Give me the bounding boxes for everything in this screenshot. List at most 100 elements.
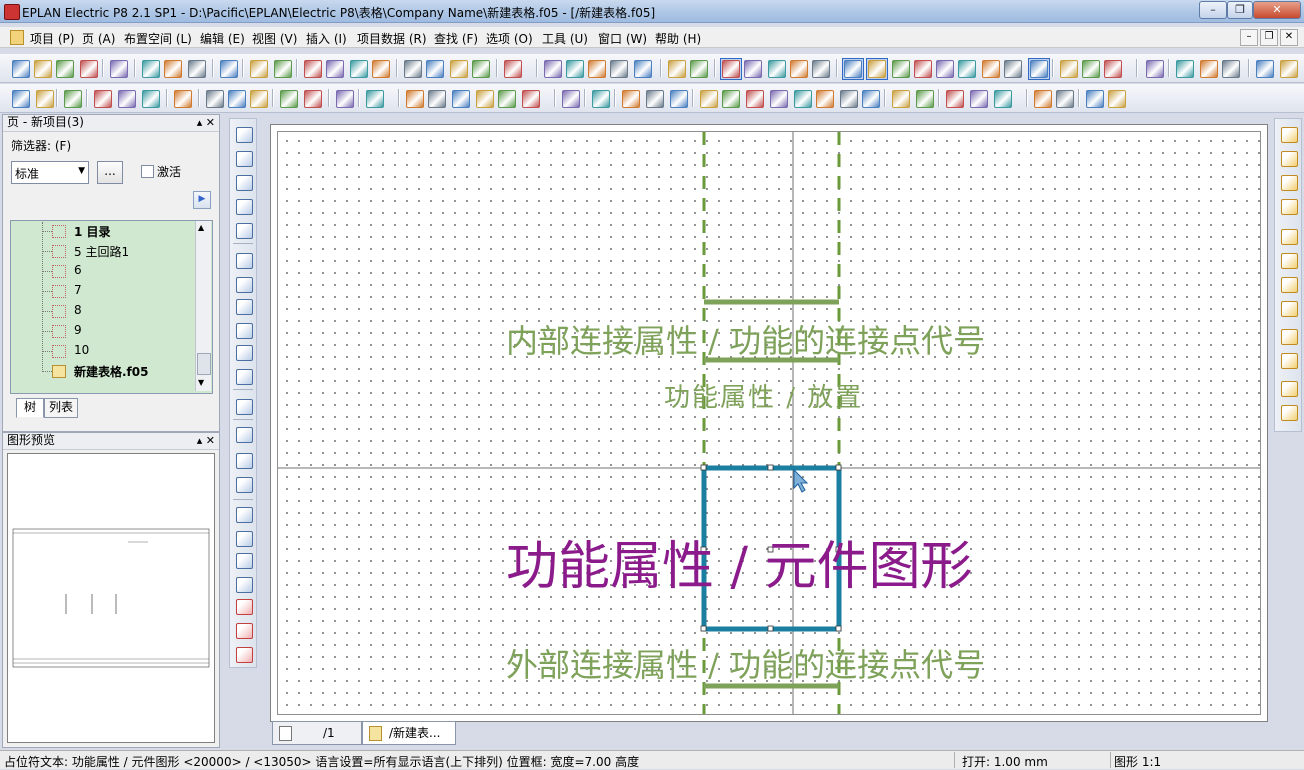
toolbar-tool-icon[interactable] [566,60,584,78]
toolbar-tool-icon[interactable] [1056,90,1074,108]
toolbar-tool-icon[interactable] [94,90,112,108]
drawing-tool-icon[interactable] [236,299,253,315]
toolbar-tool-icon[interactable] [472,60,490,78]
drawing-tool-icon[interactable] [236,399,253,415]
connection-symbol-icon[interactable] [1281,151,1298,167]
toolbar-tool-icon[interactable] [336,90,354,108]
toolbar-tool-icon[interactable] [142,60,160,78]
tree-item[interactable]: 6 [10,261,200,281]
drawing-tool-icon[interactable] [236,623,253,639]
toolbar-tool-icon[interactable] [768,60,786,78]
menu-project-data[interactable]: 项目数据 (R) [357,30,427,47]
toolbar-tool-icon[interactable] [228,90,246,108]
drawing-tool-icon[interactable] [236,599,253,615]
play-icon[interactable]: ▶ [193,191,211,209]
drawing-tool-icon[interactable] [236,223,253,239]
maximize-button[interactable]: ❐ [1227,1,1253,19]
drawing-tool-icon[interactable] [236,453,253,469]
toolbar-tool-icon[interactable] [790,60,808,78]
toolbar-tool-icon[interactable] [970,90,988,108]
drawing-tool-icon[interactable] [236,577,253,593]
drawing-tool-icon[interactable] [236,253,253,269]
toolbar-tool-icon[interactable] [722,90,740,108]
connection-symbol-icon[interactable] [1281,175,1298,191]
menu-options[interactable]: 选项 (O) [486,30,533,47]
toolbar-tool-icon[interactable] [12,90,30,108]
connection-symbol-icon[interactable] [1281,253,1298,269]
toolbar-tool-icon[interactable] [812,60,830,78]
toolbar-tool-icon[interactable] [840,90,858,108]
toolbar-tool-icon[interactable] [892,60,910,78]
toolbar-tool-icon[interactable] [1060,60,1078,78]
toolbar-tool-icon[interactable] [220,60,238,78]
filter-more-button[interactable]: ... [97,161,123,184]
toolbar-tool-icon[interactable] [1104,60,1122,78]
menu-help[interactable]: 帮助 (H) [655,30,701,47]
drawing-grid[interactable]: 内部连接属性 / 功能的连接点代号 功能属性 / 放置 功能属性 / 元件图形 … [277,131,1261,715]
toolbar-tool-icon[interactable] [372,60,390,78]
tree-item[interactable]: 10 [10,341,200,361]
toolbar-tool-icon[interactable] [428,90,446,108]
drawing-tool-icon[interactable] [236,427,253,443]
toolbar-tool-icon[interactable] [142,90,160,108]
drawing-tool-icon[interactable] [236,647,253,663]
menu-page[interactable]: 页 (A) [82,30,115,47]
toolbar-tool-icon[interactable] [958,60,976,78]
menu-find[interactable]: 查找 (F) [434,30,478,47]
text-func-place[interactable]: 功能属性 / 放置 [664,377,863,414]
toolbar-tool-icon[interactable] [250,90,268,108]
toolbar-tool-icon[interactable] [274,60,292,78]
toolbar-tool-icon[interactable] [406,90,424,108]
toolbar-tool-icon[interactable] [916,90,934,108]
toolbar-tool-icon[interactable] [862,90,880,108]
connection-symbol-icon[interactable] [1281,127,1298,143]
drawing-tool-icon[interactable] [236,369,253,385]
toolbar-tool-icon[interactable] [1146,60,1164,78]
connection-symbol-icon[interactable] [1281,277,1298,293]
toolbar-tool-icon[interactable] [1086,90,1104,108]
toolbar-tool-icon[interactable] [450,60,468,78]
connection-symbol-icon[interactable] [1281,301,1298,317]
close-button[interactable]: ✕ [1253,1,1301,19]
mdi-minimize-button[interactable]: – [1240,29,1258,46]
toolbar-tool-icon[interactable] [326,60,344,78]
toolbar-tool-icon[interactable] [164,60,182,78]
toolbar-tool-icon[interactable] [994,90,1012,108]
toolbar-tool-icon[interactable] [404,60,422,78]
toolbar-tool-icon[interactable] [700,90,718,108]
toolbar-tool-icon[interactable] [504,60,522,78]
connection-symbol-icon[interactable] [1281,381,1298,397]
menu-tools[interactable]: 工具 (U) [542,30,588,47]
connection-symbol-icon[interactable] [1281,329,1298,345]
tree-item[interactable]: 新建表格.f05 [10,361,200,381]
drawing-tool-icon[interactable] [236,151,253,167]
toolbar-tool-icon[interactable] [56,60,74,78]
drawing-tool-icon[interactable] [236,477,253,493]
menu-window[interactable]: 窗口 (W) [598,30,647,47]
toolbar-tool-icon[interactable] [80,60,98,78]
toolbar-tool-icon[interactable] [1256,60,1274,78]
toolbar-tool-icon[interactable] [668,60,686,78]
toolbar-tool-icon[interactable] [746,90,764,108]
toolbar-tool-icon[interactable] [770,90,788,108]
menu-layout-space[interactable]: 布置空间 (L) [124,30,192,47]
panel-buttons[interactable]: ▴ ✕ [197,115,215,130]
connection-symbol-icon[interactable] [1281,229,1298,245]
toolbar-tool-icon[interactable] [174,90,192,108]
toolbar-tool-icon[interactable] [634,60,652,78]
toolbar-tool-icon[interactable] [892,90,910,108]
toolbar-tool-icon[interactable] [1222,60,1240,78]
toolbar-tool-icon[interactable] [722,60,740,78]
filter-select[interactable]: 标准 ▼ [11,161,89,184]
toolbar-tool-icon[interactable] [426,60,444,78]
toolbar-tool-icon[interactable] [1176,60,1194,78]
menu-insert[interactable]: 插入 (I) [306,30,347,47]
mdi-restore-button[interactable]: ❐ [1260,29,1278,46]
text-internal-conn[interactable]: 内部连接属性 / 功能的连接点代号 [506,316,985,362]
doc-tab-page-1[interactable]: /1 [272,721,362,745]
toolbar-tool-icon[interactable] [476,90,494,108]
toolbar-tool-icon[interactable] [946,90,964,108]
tree-item[interactable]: 8 [10,301,200,321]
menu-view[interactable]: 视图 (V) [252,30,297,47]
toolbar-tool-icon[interactable] [64,90,82,108]
